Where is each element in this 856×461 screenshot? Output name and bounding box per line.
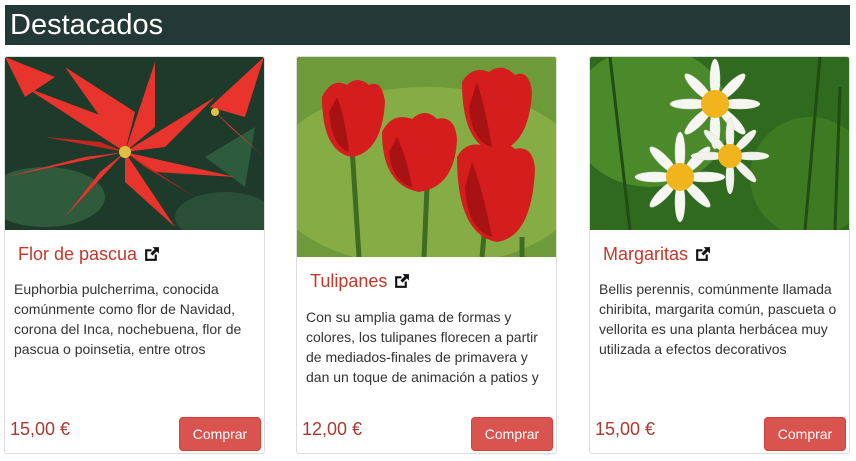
product-price: 15,00 € bbox=[595, 419, 656, 439]
product-title-link[interactable]: Flor de pascua bbox=[18, 244, 160, 265]
external-link-icon bbox=[395, 274, 410, 288]
product-description: Bellis perennis, comúnmente llamada chir… bbox=[599, 281, 837, 357]
product-description: Euphorbia pulcherrima, conocida comúnmen… bbox=[14, 281, 242, 357]
poinsettia-photo[interactable] bbox=[5, 57, 264, 230]
product-description: Con su amplia gama de formas y colores, … bbox=[306, 309, 539, 385]
product-price: 15,00 € bbox=[10, 419, 71, 439]
product-card-margaritas: Margaritas Bellis perennis, comúnmente l… bbox=[589, 56, 850, 454]
product-card-flor-de-pascua: Flor de pascua Euphorbia pulcherrima, co… bbox=[4, 56, 265, 454]
product-card-tulipanes: Tulipanes Con su amplia gama de formas y… bbox=[296, 56, 557, 454]
daisies-photo[interactable] bbox=[590, 57, 849, 230]
external-link-icon bbox=[696, 247, 710, 261]
external-link-icon bbox=[145, 247, 160, 261]
product-title[interactable]: Tulipanes bbox=[310, 271, 387, 292]
product-title-link[interactable]: Tulipanes bbox=[310, 271, 410, 292]
product-title[interactable]: Flor de pascua bbox=[18, 244, 137, 265]
product-price: 12,00 € bbox=[302, 419, 363, 439]
product-title[interactable]: Margaritas bbox=[603, 244, 688, 265]
page-title: Destacados bbox=[5, 5, 850, 45]
buy-button[interactable]: Comprar bbox=[179, 417, 261, 451]
buy-button[interactable]: Comprar bbox=[764, 417, 846, 451]
tulips-photo[interactable] bbox=[297, 57, 556, 257]
product-title-link[interactable]: Margaritas bbox=[603, 244, 711, 265]
buy-button[interactable]: Comprar bbox=[471, 417, 553, 451]
